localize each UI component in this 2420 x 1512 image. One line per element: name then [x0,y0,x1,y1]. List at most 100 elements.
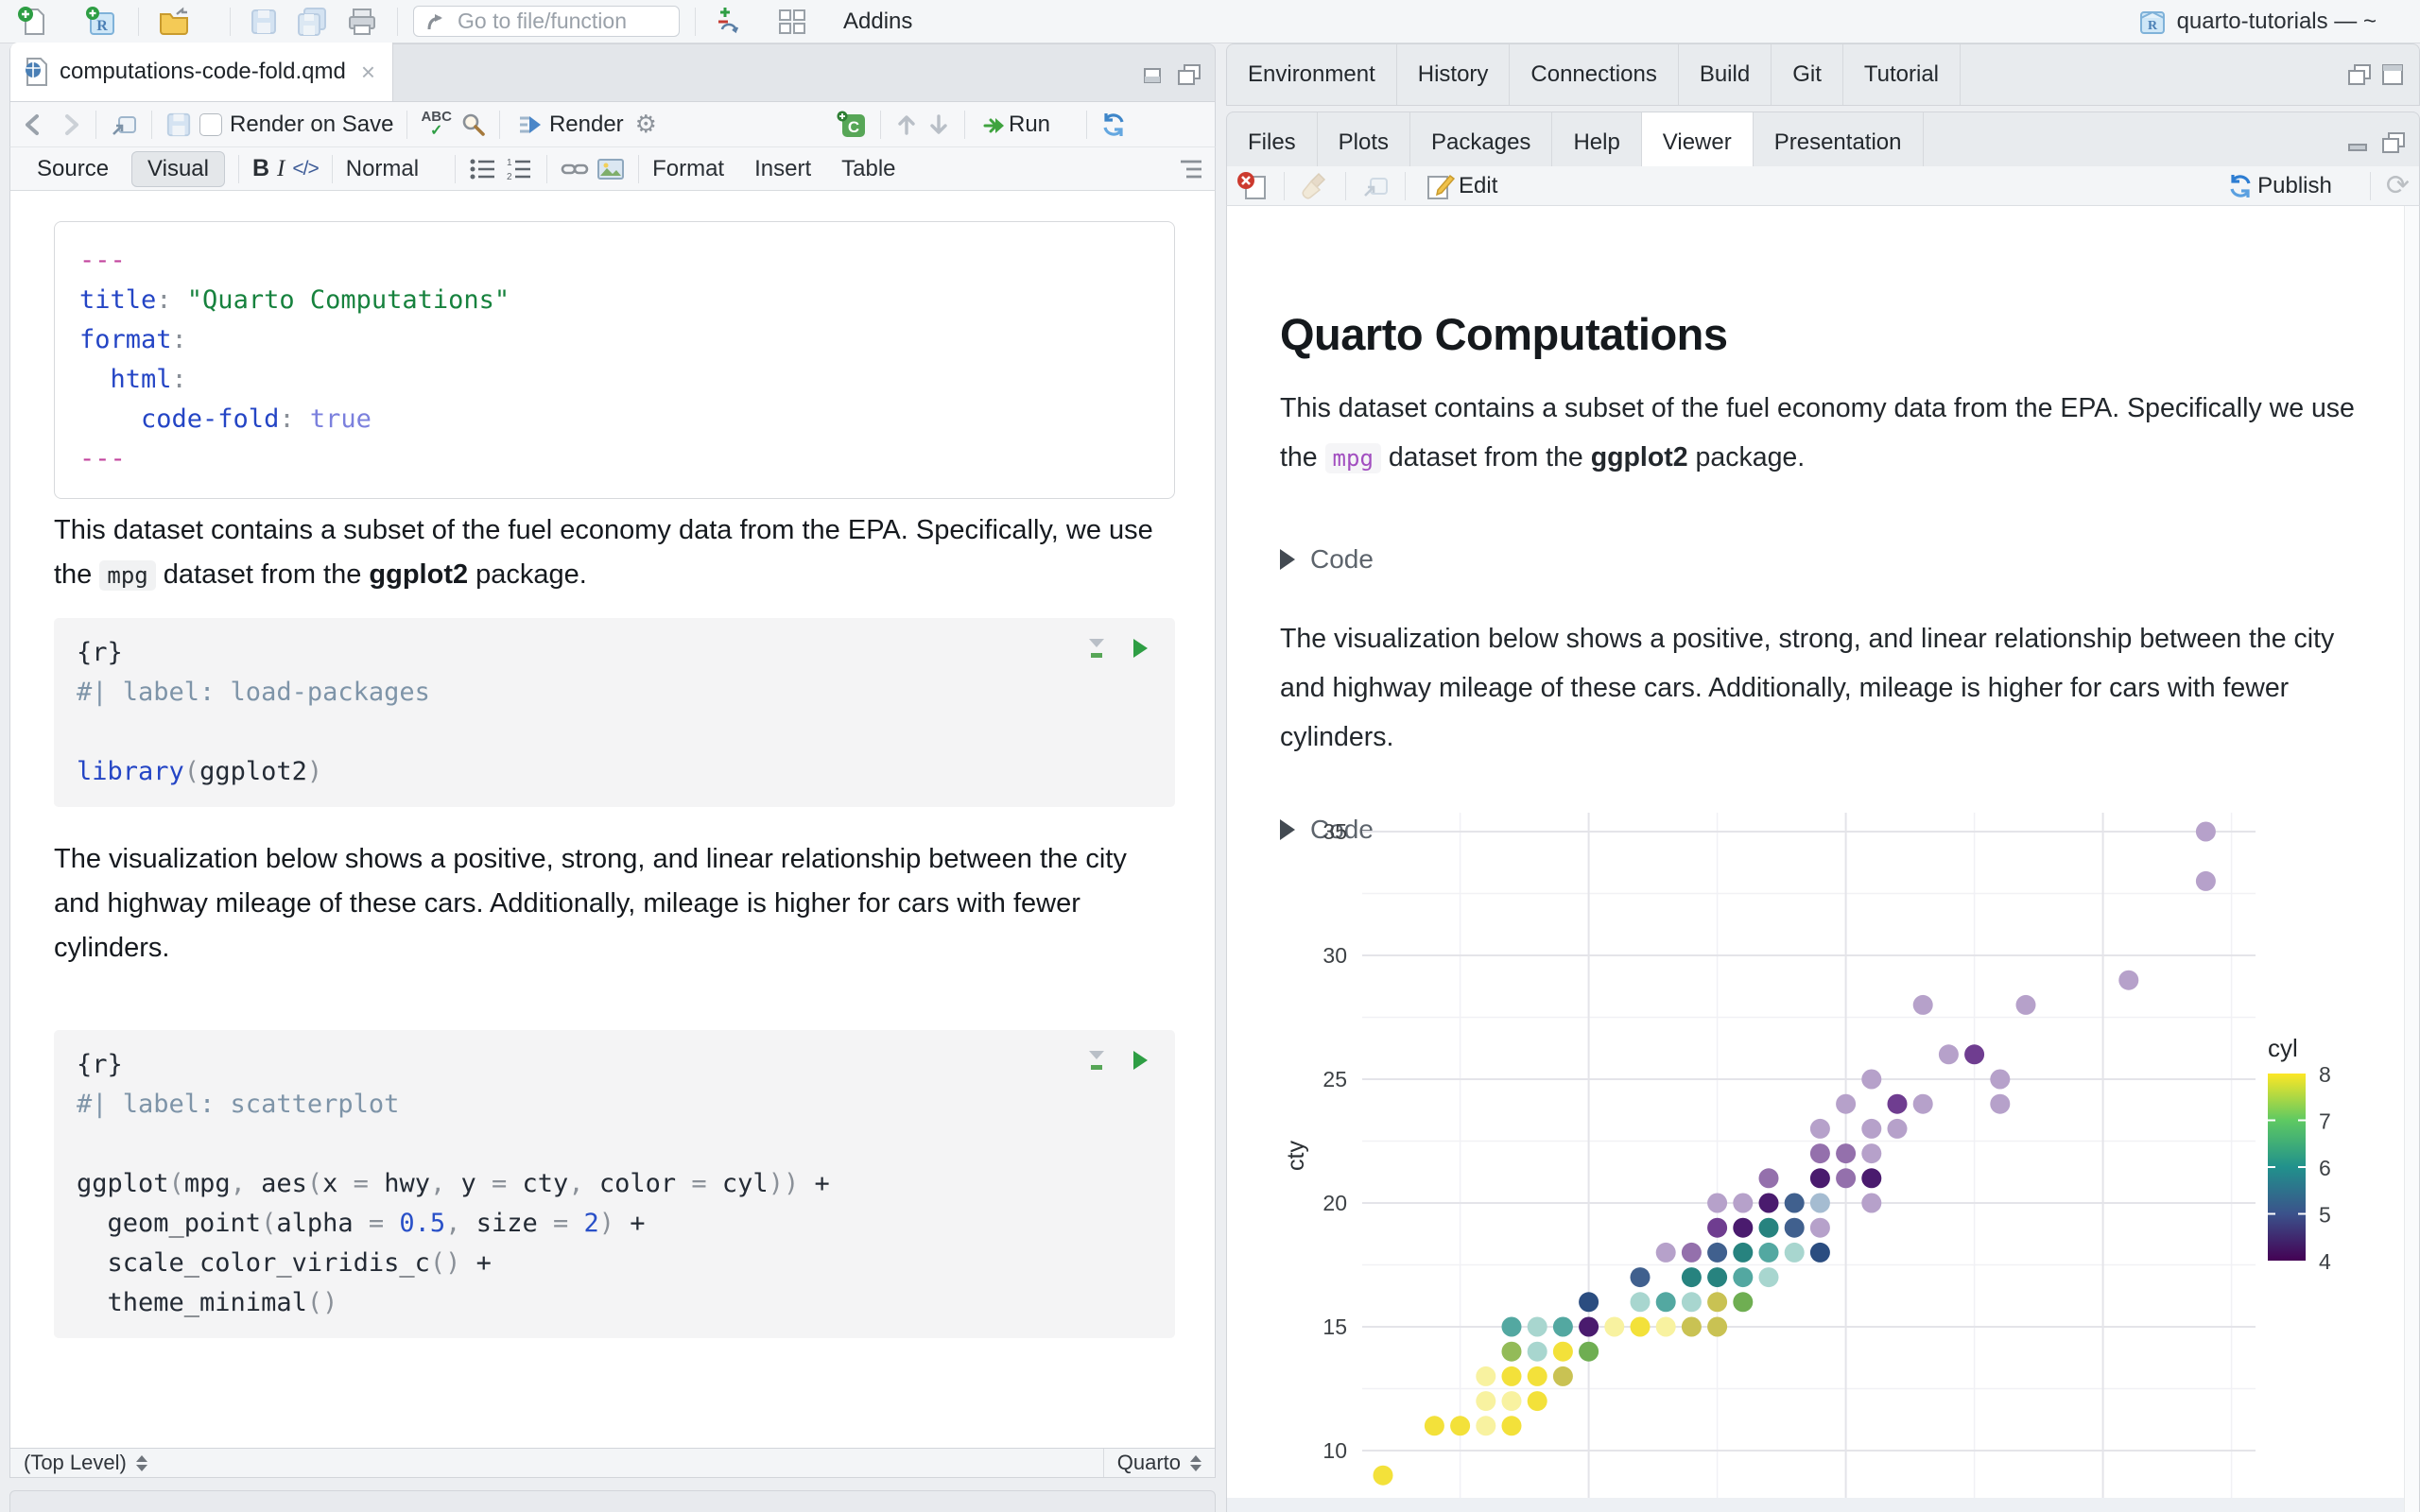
new-file-button[interactable] [13,4,72,40]
render-button[interactable]: Render [513,110,628,140]
version-control-icon [718,7,739,33]
minimize-pane-icon[interactable] [1143,63,1167,86]
outline-scope-selector[interactable]: (Top Level) [10,1451,1103,1475]
code-line: ggplot(mpg, aes(x = hwy, y = cty, color … [77,1169,830,1198]
clear-broom-icon[interactable] [1300,171,1330,201]
run-chunks-above-icon[interactable] [1084,635,1109,662]
back-icon[interactable] [22,112,48,137]
code-line: #| label: scatterplot [77,1090,400,1119]
insert-chunk-icon[interactable]: C [837,111,867,139]
tab-tutorial[interactable]: Tutorial [1843,44,1962,105]
publish-button[interactable]: Publish [2223,171,2355,201]
tab-build[interactable]: Build [1679,44,1772,105]
toolbar-separator [406,110,408,139]
tab-help[interactable]: Help [1552,112,1642,173]
popout-window-icon[interactable] [110,112,138,138]
table-menu[interactable]: Table [841,156,918,182]
tab-viewer[interactable]: Viewer [1641,112,1754,173]
yaml-front-matter[interactable]: --- title: "Quarto Computations" format:… [54,221,1175,499]
image-icon[interactable] [596,157,625,181]
popout-window-icon[interactable] [1361,173,1390,199]
code-format-button[interactable]: </> [292,158,319,180]
bullet-list-icon[interactable] [469,157,497,181]
viewer-document[interactable]: Quarto Computations This dataset contain… [1226,206,2420,1512]
run-chunk-icon[interactable] [1130,1048,1150,1073]
tab-plots[interactable]: Plots [1318,112,1411,173]
svg-text:4: 4 [2319,1249,2331,1274]
project-selector[interactable]: R quarto-tutorials — ~ [2137,7,2407,37]
italic-button[interactable]: I [277,156,285,182]
toolbar-separator [138,7,139,36]
new-project-button[interactable]: R [81,4,123,40]
tab-files[interactable]: Files [1227,112,1318,173]
code-fold-1[interactable]: Code [1280,544,1374,575]
goto-file-search[interactable]: Go to file/function [413,6,680,37]
maximize-pane-icon[interactable] [1177,63,1201,86]
save-all-icon [298,7,326,36]
forward-icon[interactable] [56,112,82,137]
go-up-icon[interactable] [894,112,919,137]
paragraph-style-dropdown[interactable]: Normal [346,156,441,182]
console-header[interactable]: Console [9,1490,1216,1512]
restore-pane-icon[interactable] [2381,131,2406,154]
edit-button[interactable]: Edit [1421,169,1501,203]
run-button[interactable]: Run [978,110,1073,140]
r-project-icon: R [2139,10,2165,34]
minimize-pane-icon[interactable] [2347,131,2372,154]
print-button[interactable] [342,5,382,39]
svg-text:1: 1 [507,158,512,168]
run-chunk-icon[interactable] [1130,636,1150,661]
code-chunk-scatterplot[interactable]: {r} #| label: scatterplot ggplot(mpg, ae… [54,1030,1175,1338]
go-down-icon[interactable] [926,112,951,137]
rerun-source-icon[interactable] [1100,112,1127,138]
insert-menu[interactable]: Insert [754,156,834,182]
toolbar-separator [638,154,640,183]
render-on-save-checkbox[interactable] [199,112,222,136]
search-icon[interactable] [459,112,486,138]
insert-menu-label: Insert [754,155,812,181]
files-pane-tabs: Files Plots Packages Help Viewer Present… [1226,112,2420,174]
tab-presentation[interactable]: Presentation [1754,112,1924,173]
version-control-button[interactable] [711,5,764,39]
tab-computations-code-fold[interactable]: computations-code-fold.qmd × [10,43,394,101]
tab-packages[interactable]: Packages [1410,112,1553,173]
editor-pane-controls [1143,63,1215,101]
save-button[interactable] [246,6,282,38]
visual-mode-button[interactable]: Visual [131,150,225,187]
save-all-button[interactable] [291,5,333,39]
tab-connections[interactable]: Connections [1510,44,1679,105]
toolbar-separator [1284,171,1285,200]
toolbar-separator [331,154,333,183]
restore-pane-icon[interactable] [2347,63,2372,86]
numbered-list-icon[interactable]: 1 2 [505,157,533,181]
tab-close-icon[interactable]: × [361,58,375,87]
save-icon[interactable] [165,112,192,138]
stop-viewer-icon[interactable] [1236,171,1269,201]
editor-document[interactable]: --- title: "Quarto Computations" format:… [9,191,1216,1448]
maximize-pane-icon[interactable] [2381,63,2406,86]
addins-button[interactable]: Addins [839,7,935,37]
tab-environment[interactable]: Environment [1227,44,1397,105]
link-icon[interactable] [561,157,589,181]
format-menu[interactable]: Format [652,156,747,182]
publish-label: Publish [2257,172,2332,198]
save-icon [251,9,276,34]
document-format-selector[interactable]: Quarto [1102,1449,1215,1477]
source-mode-button[interactable]: Source [22,152,124,186]
workspace-panes-button[interactable] [773,6,830,38]
run-chunks-above-icon[interactable] [1084,1047,1109,1074]
code-chunk-load-packages[interactable]: {r} #| label: load-packages library(ggpl… [54,618,1175,807]
svg-text:C: C [848,118,859,136]
tab-git[interactable]: Git [1772,44,1843,105]
bold-button[interactable]: B [252,155,269,182]
format-menu-label: Format [652,155,725,181]
spellcheck-button[interactable]: ABC ✓ [421,110,452,139]
refresh-icon[interactable]: ⟳ [2386,169,2410,202]
open-file-button[interactable] [154,5,215,39]
svg-text:cyl: cyl [2268,1034,2298,1062]
viewer-scrollbar[interactable] [2404,206,2419,1512]
tab-history[interactable]: History [1397,44,1511,105]
render-settings-gear-icon[interactable]: ⚙ [635,110,657,139]
outline-toggle-icon[interactable] [1175,157,1203,181]
